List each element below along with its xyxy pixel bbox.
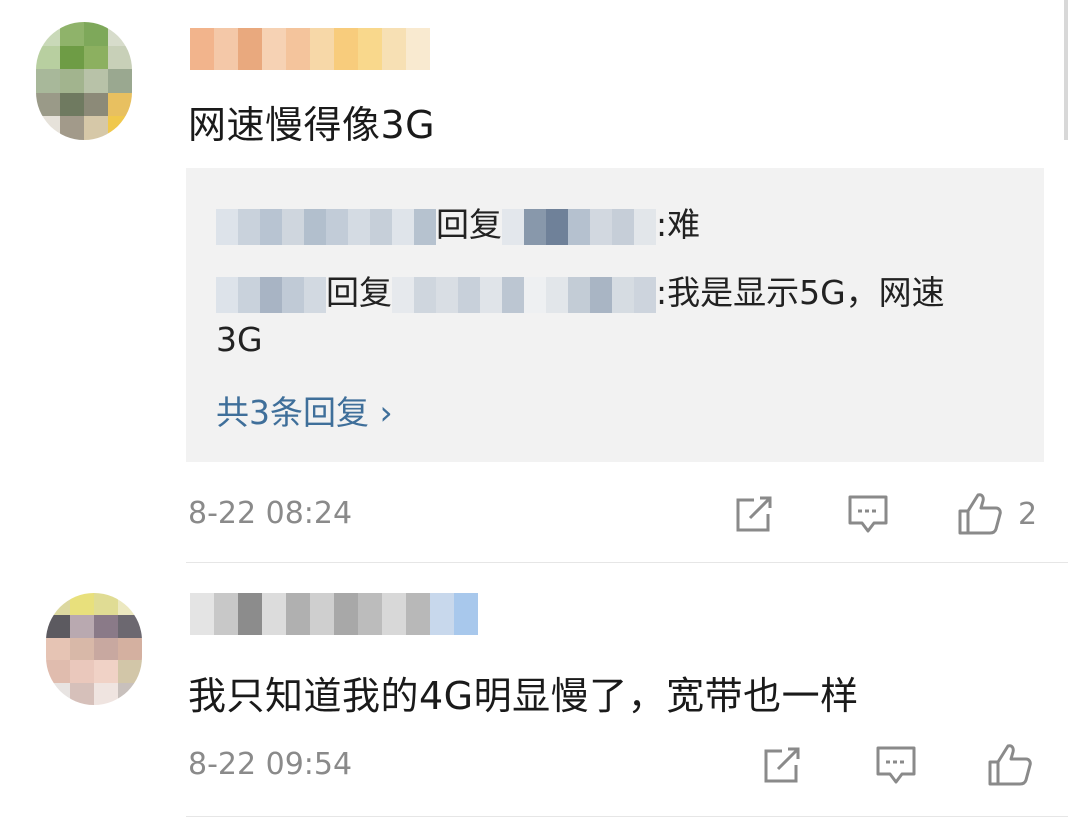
reply-line[interactable]: 回复 :我是显示5G，网速: [216, 266, 945, 314]
reply-text: :我是显示5G，网速: [656, 273, 945, 312]
thumbs-up-icon: [988, 744, 1032, 786]
comment-actions: [0, 741, 1068, 789]
username[interactable]: [190, 28, 430, 70]
comment-item: 网速慢得像3G 回复 :难 回复 :我是显示5G，网速 3G 共3条回复 › 8…: [0, 0, 1068, 560]
reply-target-username[interactable]: [502, 208, 656, 245]
comment-text: 我只知道我的4G明显慢了，宽带也一样: [188, 674, 859, 718]
thumbs-up-icon: [958, 493, 1002, 535]
reply-label: 回复: [436, 205, 502, 244]
comment-item: 我只知道我的4G明显慢了，宽带也一样 8-22 09:54: [0, 563, 1068, 838]
comment-icon: [876, 746, 916, 784]
comment-text: 网速慢得像3G: [188, 103, 436, 147]
share-icon: [764, 747, 800, 783]
avatar[interactable]: [46, 593, 142, 705]
reply-box[interactable]: 回复 :难 回复 :我是显示5G，网速 3G 共3条回复 ›: [186, 168, 1044, 462]
more-replies-link[interactable]: 共3条回复 ›: [216, 386, 393, 434]
share-button[interactable]: [732, 490, 776, 538]
like-button[interactable]: 2: [956, 490, 1037, 538]
comment-button[interactable]: [846, 490, 890, 538]
divider: [186, 816, 1068, 817]
reply-username[interactable]: [216, 208, 436, 245]
reply-target-username[interactable]: [392, 276, 656, 313]
share-icon: [736, 496, 772, 532]
like-count: 2: [1018, 496, 1038, 532]
reply-username[interactable]: [216, 276, 326, 313]
like-button[interactable]: [986, 741, 1034, 789]
comment-icon: [848, 495, 888, 533]
username[interactable]: [190, 593, 478, 635]
reply-label: 回复: [326, 273, 392, 312]
reply-text-continued: 3G: [216, 320, 263, 359]
comment-actions: 2: [0, 490, 1068, 538]
reply-line[interactable]: 回复 :难: [216, 198, 700, 246]
comment-button[interactable]: [874, 741, 918, 789]
share-button[interactable]: [760, 741, 804, 789]
avatar[interactable]: [36, 22, 132, 140]
reply-text: :难: [656, 205, 701, 244]
